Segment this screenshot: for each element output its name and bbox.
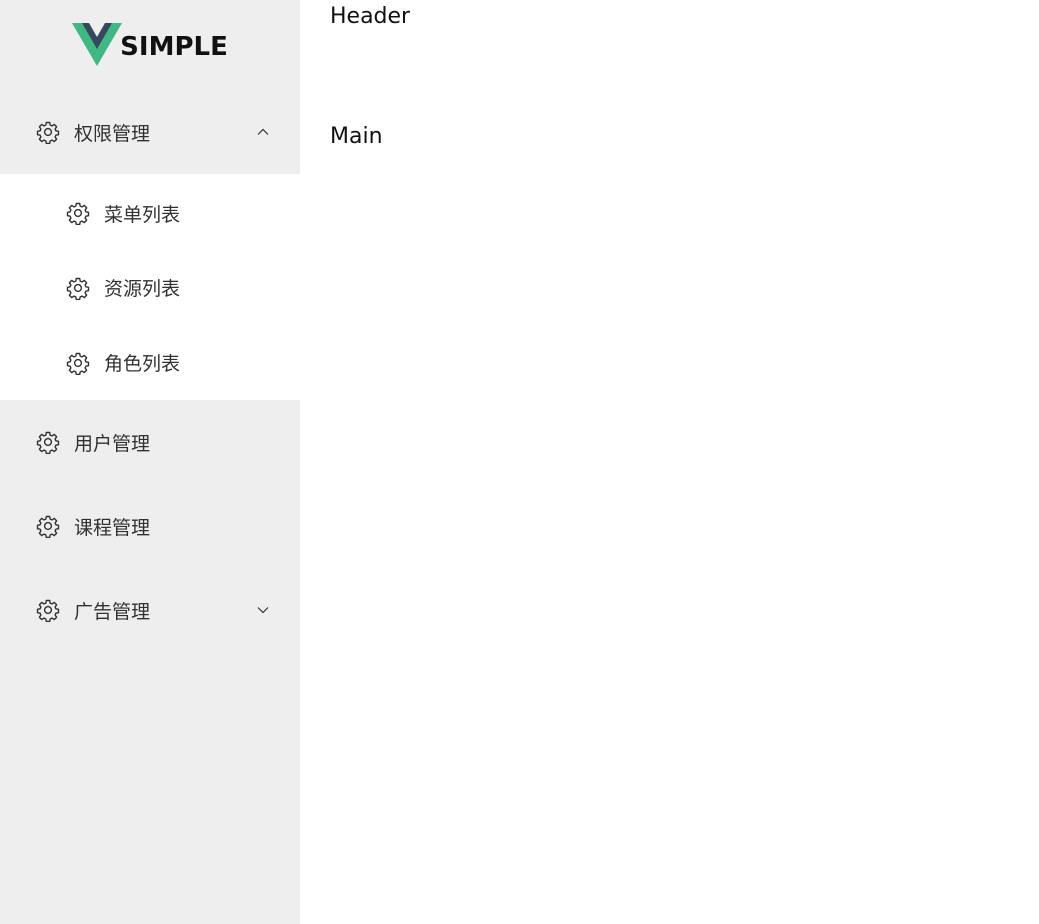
menu-item-label: 广告管理 [74, 600, 151, 623]
submenu-permission: 菜单列表 资源列表 角色列表 [0, 174, 300, 400]
menu-item-users[interactable]: 用户管理 [0, 400, 300, 484]
sidebar: SIMPLE 权限管理 菜单列表 资源列表 角色列表 用户管理 课程管理 广告管… [0, 0, 300, 924]
logo[interactable]: SIMPLE [0, 0, 300, 90]
chevron-down-icon [256, 603, 270, 617]
menu-item-label: 权限管理 [74, 122, 151, 145]
app-container: SIMPLE 权限管理 菜单列表 资源列表 角色列表 用户管理 课程管理 广告管… [0, 0, 1039, 924]
gear-icon [66, 276, 90, 300]
gear-icon [36, 514, 60, 538]
gear-icon [36, 120, 60, 144]
menu-item-permission[interactable]: 权限管理 [0, 90, 300, 174]
gear-icon [66, 351, 90, 375]
menu-item-label: 用户管理 [74, 432, 151, 455]
submenu-item-resource-list[interactable]: 资源列表 [0, 250, 300, 325]
vue-logo-icon [72, 23, 123, 66]
gear-icon [36, 598, 60, 622]
submenu-item-label: 角色列表 [104, 353, 181, 375]
logo-group: SIMPLE [72, 23, 228, 67]
logo-text: SIMPLE [120, 32, 228, 62]
chevron-up-icon [256, 125, 270, 139]
content-area: Header Main [300, 0, 1039, 924]
submenu-item-role-list[interactable]: 角色列表 [0, 325, 300, 400]
submenu-item-label: 菜单列表 [104, 203, 181, 226]
submenu-item-label: 资源列表 [104, 278, 181, 300]
header-text: Header [330, 4, 411, 29]
menu-item-courses[interactable]: 课程管理 [0, 484, 300, 568]
main-text: Main [330, 124, 383, 149]
gear-icon [66, 201, 90, 225]
gear-icon [36, 430, 60, 454]
submenu-item-menu-list[interactable]: 菜单列表 [0, 174, 300, 250]
menu-item-label: 课程管理 [74, 516, 151, 539]
sidebar-menu: 权限管理 菜单列表 资源列表 角色列表 用户管理 课程管理 广告管理 [0, 90, 300, 652]
menu-item-ads[interactable]: 广告管理 [0, 568, 300, 652]
